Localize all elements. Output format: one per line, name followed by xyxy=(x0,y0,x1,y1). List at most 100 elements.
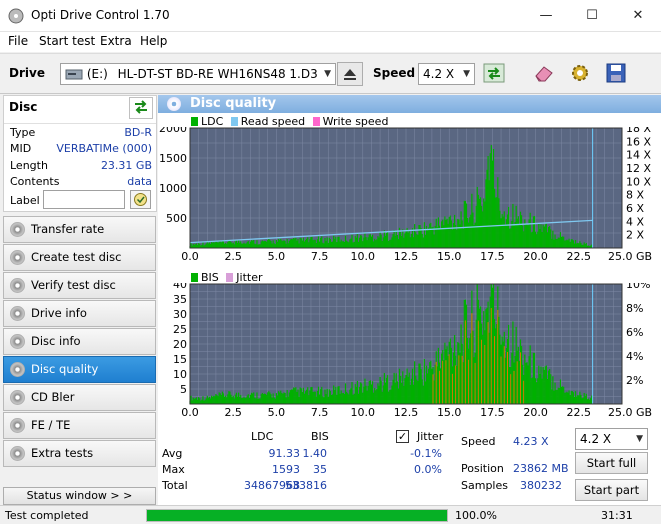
x-tick-label: 22.5 xyxy=(567,406,592,419)
minimize-button[interactable]: — xyxy=(523,0,569,31)
x-tick-label: 17.5 xyxy=(480,406,505,419)
x-tick-label: 12.5 xyxy=(394,406,419,419)
close-button[interactable]: ✕ xyxy=(615,0,661,31)
disc-icon xyxy=(10,222,25,237)
x-tick-label: 25.0 GB xyxy=(608,250,652,263)
y-tick-label: 15 xyxy=(173,353,187,366)
app-icon xyxy=(8,8,24,24)
disc-quality-panel: Disc quality LDC Read speed Write speed … xyxy=(158,95,661,505)
jitter-checkbox[interactable]: ✓ xyxy=(396,430,409,443)
test-speed-select[interactable]: 4.2 X ▼ xyxy=(575,428,648,450)
nav-disc-quality[interactable]: Disc quality xyxy=(3,356,156,383)
drive-name: HL-DT-ST BD-RE WH16NS48 1.D3 xyxy=(117,67,318,81)
chevron-down-icon: ▼ xyxy=(636,434,643,444)
y-tick-label: 1500 xyxy=(159,152,187,165)
nav-verify-test-disc[interactable]: Verify test disc xyxy=(3,272,156,299)
y2-tick-label: 12 X xyxy=(626,162,651,175)
drive-select[interactable]: (E:) HL-DT-ST BD-RE WH16NS48 1.D3 ▼ xyxy=(60,63,336,85)
menu-help[interactable]: Help xyxy=(140,34,167,48)
floppy-save-icon xyxy=(606,63,626,83)
ldc-swatch xyxy=(191,117,198,126)
disc-icon xyxy=(10,446,25,461)
nav-label: Disc info xyxy=(31,334,81,348)
refresh-speed-button[interactable] xyxy=(481,62,507,86)
nav-label: Disc quality xyxy=(31,362,99,376)
nav-disc-info[interactable]: Disc info xyxy=(3,328,156,355)
eject-button[interactable] xyxy=(337,62,363,86)
x-tick-label: 0.0 xyxy=(181,406,199,419)
disc-contents-key: Contents xyxy=(10,175,60,188)
nav-cd-bler[interactable]: CD Bler xyxy=(3,384,156,411)
y2-tick-label: 8% xyxy=(626,302,643,315)
erase-button[interactable] xyxy=(531,62,557,86)
menu-start-test[interactable]: Start test xyxy=(39,34,95,48)
y2-tick-label: 6 X xyxy=(626,202,644,215)
x-tick-label: 5.0 xyxy=(268,406,286,419)
drive-letter: (E:) xyxy=(86,67,108,81)
x-tick-label: 15.0 xyxy=(437,406,462,419)
avg-label: Avg xyxy=(162,447,183,460)
menu-bar: File Start test Extra Help xyxy=(0,32,661,52)
bis-swatch xyxy=(191,273,198,282)
disc-icon xyxy=(10,334,25,349)
y-tick-label: 35 xyxy=(173,293,187,306)
start-full-button[interactable]: Start full xyxy=(575,452,648,474)
disc-mid-value: VERBATIMe (000) xyxy=(56,142,152,155)
menu-extra[interactable]: Extra xyxy=(100,34,132,48)
y2-tick-label: 2 X xyxy=(626,229,644,242)
disc-icon xyxy=(10,278,25,293)
max-bis: 35 xyxy=(313,463,327,476)
panel-title: Disc quality xyxy=(190,96,277,111)
nav-label: Verify test disc xyxy=(31,278,116,292)
ldc-chart: 0.0 2.5 5.0 7.5 10.0 12.5 15.0 17.5 20.0 22.5 25.0… xyxy=(159,127,652,263)
x-tick-label: 10.0 xyxy=(351,250,376,263)
nav-fe-te[interactable]: FE / TE xyxy=(3,412,156,439)
maximize-button[interactable]: ☐ xyxy=(569,0,615,31)
left-panel: Disc Type BD-R MID VERBATIMe (000) Lengt… xyxy=(0,95,157,505)
nav-drive-info[interactable]: Drive info xyxy=(3,300,156,327)
x-tick-label: 0.0 xyxy=(181,250,199,263)
x-tick-label: 15.0 xyxy=(437,250,462,263)
x-tick-label: 7.5 xyxy=(311,406,329,419)
progress-fill xyxy=(147,510,447,521)
y2-tick-label: 4% xyxy=(626,350,643,363)
label-apply-button[interactable] xyxy=(130,190,151,209)
settings-button[interactable] xyxy=(567,62,593,86)
disc-length-value: 23.31 GB xyxy=(100,159,152,172)
avg-bis: 1.40 xyxy=(302,447,328,460)
nav-label: FE / TE xyxy=(31,418,71,432)
nav-label: Transfer rate xyxy=(31,222,105,236)
position-value: 23862 MB xyxy=(513,462,569,475)
disc-type-value: BD-R xyxy=(124,126,152,139)
eject-icon xyxy=(344,69,356,80)
nav-create-test-disc[interactable]: Create test disc xyxy=(3,244,156,271)
toolbar: Drive (E:) HL-DT-ST BD-RE WH16NS48 1.D3 … xyxy=(0,53,661,94)
title-bar: Opti Drive Control 1.70 — ☐ ✕ xyxy=(0,0,661,32)
progress-bar xyxy=(146,509,448,522)
bis-chart: 0.0 2.5 5.0 7.5 10.0 12.5 15.0 17.5 20.0 22.5 25.0… xyxy=(173,283,652,419)
menu-file[interactable]: File xyxy=(8,34,28,48)
y-tick-label: 30 xyxy=(173,308,187,321)
y-tick-label: 1000 xyxy=(159,182,187,195)
start-part-button[interactable]: Start part xyxy=(575,479,648,501)
disc-icon xyxy=(10,390,25,405)
status-window-button[interactable]: Status window > > xyxy=(3,487,156,505)
y2-tick-label: 18 X xyxy=(626,127,651,135)
speed-stat-label: Speed xyxy=(461,435,496,448)
read-speed-swatch xyxy=(230,117,238,126)
status-text: Test completed xyxy=(5,509,89,522)
total-label: Total xyxy=(162,479,188,492)
y2-tick-label: 8 X xyxy=(626,189,644,202)
nav-extra-tests[interactable]: Extra tests xyxy=(3,440,156,467)
disc-refresh-button[interactable] xyxy=(129,97,153,119)
test-speed-value: 4.2 X xyxy=(580,432,612,446)
disc-label-input[interactable] xyxy=(43,190,125,209)
disc-length-key: Length xyxy=(10,159,48,172)
nav-label: Extra tests xyxy=(31,446,94,460)
disc-icon xyxy=(167,97,181,111)
save-button[interactable] xyxy=(603,62,629,86)
speed-select[interactable]: 4.2 X ▼ xyxy=(418,63,475,85)
avg-jitter: -0.1% xyxy=(410,447,442,460)
nav-label: CD Bler xyxy=(31,390,75,404)
nav-transfer-rate[interactable]: Transfer rate xyxy=(3,216,156,243)
